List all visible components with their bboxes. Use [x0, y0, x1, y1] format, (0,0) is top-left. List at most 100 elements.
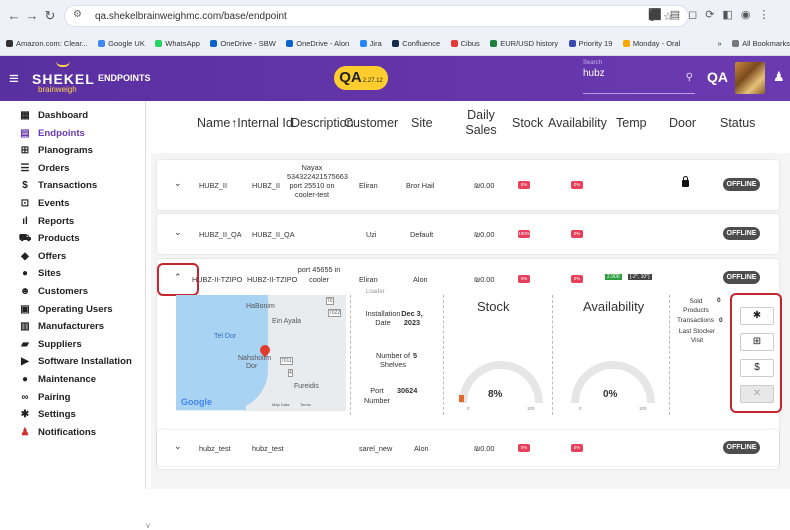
toolbar-icons[interactable]: ⬛▤◻⟳◧◉⋮	[648, 8, 777, 21]
bookmark-6[interactable]: Jira	[359, 35, 382, 51]
availability-badge: 0%	[571, 275, 583, 283]
sidebar-item-dashboard[interactable]: ▦ Dashboard	[0, 107, 145, 125]
table-row[interactable]: ⌄ HUBZ_II_QA HUBZ_II_QA Uzi Default ₪0.0…	[157, 214, 779, 254]
chevron-down-icon[interactable]: ⌄	[174, 178, 182, 189]
status-badge: OFFLINE	[723, 178, 760, 191]
truck-icon: ▰	[21, 338, 29, 350]
map-label: Nahsholim	[238, 355, 272, 362]
search-field[interactable]: Search hubz ⚲	[583, 60, 695, 94]
table-header: Name ↑Internal Id Description Customer S…	[151, 101, 790, 153]
sidebar-item-operating-users[interactable]: ▣ Operating Users	[0, 301, 145, 319]
logo: SHEKEL brainweigh	[32, 61, 95, 94]
dollar-icon: $	[22, 180, 28, 192]
id-card-icon: ▣	[20, 303, 30, 315]
bookmark-4[interactable]: OneDrive - SBW	[210, 35, 276, 51]
search-input[interactable]: hubz	[583, 68, 695, 79]
stock-gauge-fill	[459, 395, 464, 402]
sidebar-item-sites[interactable]: ● Sites	[0, 265, 145, 283]
gauge-max: 100	[527, 406, 535, 411]
col-customer[interactable]: Customer	[344, 116, 398, 130]
bookmark-2[interactable]: Google UK	[98, 35, 145, 51]
sidebar-item-offers[interactable]: ◆ Offers	[0, 248, 145, 266]
gear-icon: ✱	[20, 409, 30, 421]
col-daily-sales[interactable]: Daily Sales	[461, 108, 501, 138]
road-label: 7022	[328, 309, 342, 317]
cell-customer: Eliran	[359, 181, 378, 190]
map-data-text[interactable]: Map Data	[272, 402, 289, 407]
sidebar-item-maintenance[interactable]: ● Maintenance	[0, 371, 145, 389]
availability-badge: 0%	[571, 444, 583, 452]
bookmark-1[interactable]: Amazon.com: Clear...	[6, 35, 88, 51]
bookmark-5[interactable]: OneDrive - Alon	[286, 35, 349, 51]
bookmark-10[interactable]: Priority 19	[568, 35, 612, 51]
map-label: Dor	[246, 363, 258, 370]
collapse-icon[interactable]: v	[146, 521, 150, 530]
user-initials: QA	[707, 69, 728, 85]
map-terms-text[interactable]: Terms	[300, 402, 311, 407]
sidebar-item-settings[interactable]: ✱ Settings	[0, 406, 145, 424]
cell-daily-sales: ₪0.00	[474, 275, 495, 284]
avatar[interactable]	[735, 62, 765, 94]
sidebar-item-notifications[interactable]: ♟ Notifications	[0, 424, 145, 442]
cell-site: Default	[410, 230, 434, 239]
transactions-label: Transactions	[677, 317, 714, 324]
sidebar-item-pairing[interactable]: ∞ Pairing	[0, 389, 145, 407]
last-visit-label: Last Stocker Visit	[678, 328, 716, 344]
bookmark-7[interactable]: Confluence	[392, 35, 440, 51]
sidebar-item-orders[interactable]: ☰ Orders	[0, 160, 145, 178]
sidebar-item-manufacturers[interactable]: ▥ Manufacturers	[0, 318, 145, 336]
sidebar-item-events[interactable]: ⊡ Events	[0, 195, 145, 213]
col-status[interactable]: Status	[720, 116, 755, 130]
col-stock[interactable]: Stock	[512, 116, 543, 130]
port-label: Port Number	[364, 386, 390, 405]
cell-internal-id: HUBZ-II-TZIPO	[247, 275, 298, 284]
status-badge: OFFLINE	[723, 227, 760, 240]
bookmark-3[interactable]: WhatsApp	[155, 35, 200, 51]
forward-icon[interactable]: →	[24, 8, 40, 24]
location-map[interactable]: HaBonim Ein Ayala Tel Dor Nahsholim Dor …	[176, 295, 346, 411]
google-logo: Google	[181, 397, 212, 407]
sidebar-item-transactions[interactable]: $ Transactions	[0, 177, 145, 195]
col-site[interactable]: Site	[411, 116, 433, 130]
temp-badge: 2.900	[605, 274, 622, 280]
hamburger-icon[interactable]: ≡	[9, 69, 19, 89]
search-icon[interactable]: ⚲	[686, 72, 693, 83]
sidebar-item-endpoints[interactable]: ▤ Endpoints	[0, 125, 145, 143]
table-row[interactable]: ⌄ HUBZ_II HUBZ_II Nayax 534322421575663 po…	[157, 160, 779, 210]
col-temp[interactable]: Temp	[616, 116, 647, 130]
sidebar-item-planograms[interactable]: ⊞ Planograms	[0, 142, 145, 160]
bookmark-9[interactable]: EUR/USD history	[490, 35, 558, 51]
address-bar[interactable]: ⚙ qa.shekelbrainweighmc.com/base/endpoin…	[64, 5, 689, 27]
highlight-actions	[730, 293, 782, 413]
col-internal-id[interactable]: ↑Internal Id	[231, 116, 293, 130]
sidebar-item-customers[interactable]: ☻ Customers	[0, 283, 145, 301]
dashboard-icon: ▦	[20, 110, 30, 121]
col-door[interactable]: Door	[669, 116, 696, 130]
bookmark-8[interactable]: Cibus	[450, 35, 480, 51]
sidebar-item-software-installation[interactable]: ▶ Software Installation	[0, 353, 145, 371]
road-label: 70	[326, 297, 334, 305]
customers-icon: ☻	[19, 285, 31, 297]
user-icon[interactable]: ♟	[773, 69, 785, 85]
chevron-down-icon[interactable]: ⌄	[174, 441, 182, 452]
sidebar-item-products[interactable]: ⛟ Products	[0, 230, 145, 248]
bookmark-11[interactable]: Monday - Oral	[622, 35, 680, 51]
back-icon[interactable]: ←	[6, 8, 22, 24]
install-value: Dec 3, 2023	[401, 309, 423, 327]
cell-customer: sarel_new	[359, 444, 393, 453]
chevron-down-icon[interactable]: ⌄	[174, 227, 182, 238]
cell-name: HUBZ_II	[199, 181, 227, 190]
link-icon: ∞	[21, 391, 29, 403]
cell-daily-sales: ₪0.00	[474, 181, 495, 190]
all-bookmarks[interactable]: All Bookmarks	[732, 35, 790, 51]
sidebar-item-suppliers[interactable]: ▰ Suppliers	[0, 336, 145, 354]
site-info-icon[interactable]: ⚙	[73, 9, 82, 20]
sidebar-item-reports[interactable]: ıl Reports	[0, 213, 145, 231]
reload-icon[interactable]: ↻	[42, 8, 58, 24]
col-availability[interactable]: Availability	[548, 116, 607, 130]
table-row[interactable]: ⌄ hubz_test hubz_test sarel_new Alon ₪0.…	[157, 430, 779, 466]
cut-text: Loader	[366, 289, 385, 295]
stock-value: 8%	[488, 389, 503, 400]
bookmarks-more[interactable]: »	[717, 35, 721, 51]
col-name[interactable]: Name	[197, 116, 230, 130]
